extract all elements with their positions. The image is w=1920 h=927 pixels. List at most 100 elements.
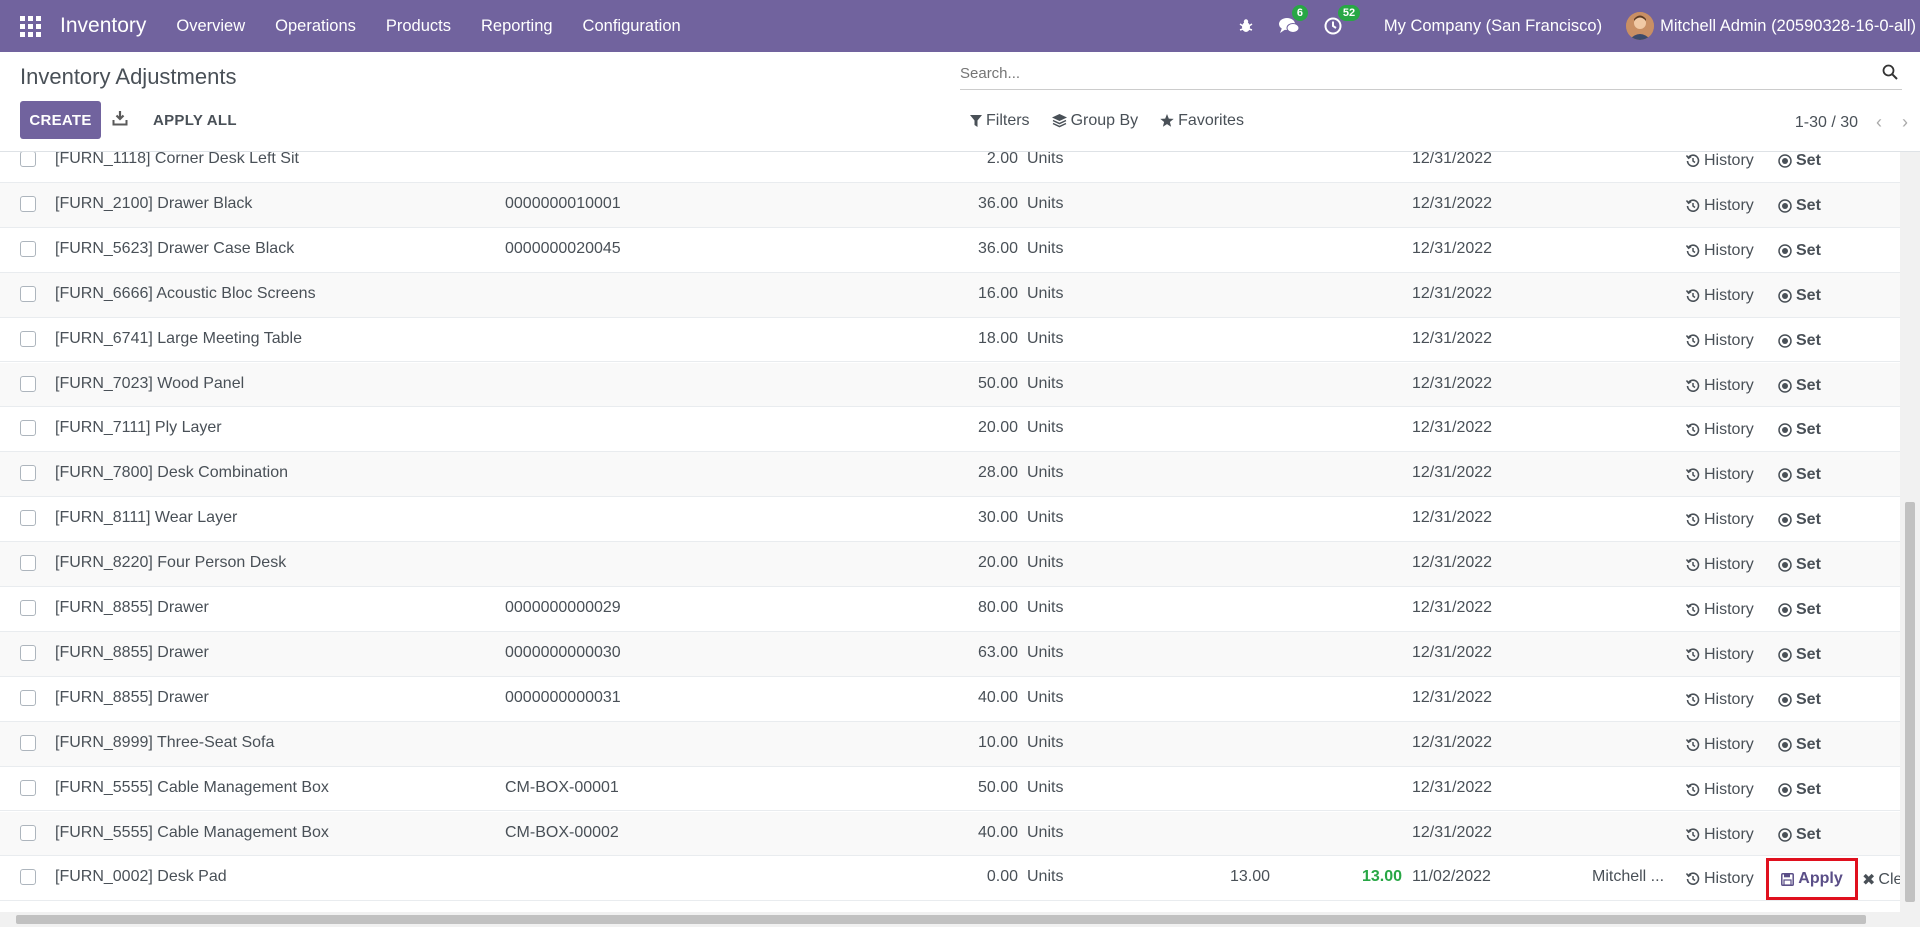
set-button[interactable]: Set [1778, 601, 1821, 619]
scheduled-date-cell[interactable]: 12/31/2022 [1412, 689, 1492, 707]
vertical-scroll-thumb[interactable] [1905, 502, 1915, 902]
filters-button[interactable]: Filters [970, 112, 1030, 130]
on-hand-qty-cell[interactable]: 50.00 [900, 375, 1018, 393]
scheduled-date-cell[interactable]: 12/31/2022 [1412, 285, 1492, 303]
messages-button[interactable]: 6 [1278, 5, 1308, 35]
on-hand-qty-cell[interactable]: 36.00 [900, 195, 1018, 213]
download-icon[interactable] [112, 110, 128, 131]
set-button[interactable]: Set [1778, 556, 1821, 574]
menu-overview[interactable]: Overview [176, 17, 245, 36]
history-button[interactable]: History [1686, 152, 1754, 170]
row-checkbox[interactable] [20, 779, 36, 796]
search-input[interactable] [960, 58, 1860, 88]
history-button[interactable]: History [1686, 691, 1754, 709]
product-cell[interactable]: [FURN_8111] Wear Layer [55, 509, 237, 527]
history-button[interactable]: History [1686, 511, 1754, 529]
row-checkbox[interactable] [20, 644, 36, 661]
on-hand-qty-cell[interactable]: 20.00 [900, 554, 1018, 572]
set-button[interactable]: Set [1778, 377, 1821, 395]
on-hand-qty-cell[interactable]: 30.00 [900, 509, 1018, 527]
horizontal-scroll-thumb[interactable] [16, 915, 1866, 924]
on-hand-qty-cell[interactable]: 16.00 [900, 285, 1018, 303]
table-row[interactable]: [FURN_5623] Drawer Case Black 00000000200… [0, 228, 1900, 273]
history-button[interactable]: History [1686, 736, 1754, 754]
table-row[interactable]: [FURN_8999] Three-Seat Sofa 10.00 Units 12/… [0, 721, 1900, 767]
table-row[interactable]: [FURN_5555] Cable Management Box CM-BOX-0… [0, 767, 1900, 812]
scheduled-date-cell[interactable]: 12/31/2022 [1412, 375, 1492, 393]
set-button[interactable]: Set [1778, 421, 1821, 439]
history-button[interactable]: History [1686, 781, 1754, 799]
clear-button[interactable]: ✖ Cle [1862, 870, 1900, 890]
user-cell[interactable]: Mitchell ... [1592, 868, 1664, 886]
create-button[interactable]: CREATE [20, 101, 101, 139]
product-cell[interactable]: [FURN_0002] Desk Pad [55, 868, 227, 886]
product-cell[interactable]: [FURN_7800] Desk Combination [55, 464, 288, 482]
row-checkbox[interactable] [20, 600, 36, 616]
pager-value[interactable]: 1-30 / 30 [1795, 114, 1858, 132]
set-button[interactable]: Set [1778, 152, 1821, 170]
user-menu[interactable]: Mitchell Admin (20590328-16-0-all) [1660, 17, 1916, 36]
apply-button[interactable]: Apply [1766, 858, 1858, 901]
on-hand-qty-cell[interactable]: 50.00 [900, 779, 1018, 797]
table-row[interactable]: [FURN_8855] Drawer 0000000000031 40.00 Unit… [0, 677, 1900, 722]
table-row[interactable]: [FURN_8855] Drawer 0000000000029 80.00 Unit… [0, 587, 1900, 632]
table-row[interactable]: [FURN_7023] Wood Panel 50.00 Units 12/31/20… [0, 362, 1900, 408]
product-cell[interactable]: [FURN_8855] Drawer [55, 644, 209, 662]
pager-next-icon[interactable]: › [1902, 112, 1908, 133]
search-icon[interactable] [1882, 64, 1898, 85]
lot-cell[interactable]: 0000000000030 [505, 644, 621, 662]
row-checkbox[interactable] [20, 375, 36, 392]
product-cell[interactable]: [FURN_5623] Drawer Case Black [55, 240, 294, 258]
table-row[interactable]: [FURN_7111] Ply Layer 20.00 Units 12/31/202… [0, 407, 1900, 453]
product-cell[interactable]: [FURN_8855] Drawer [55, 689, 209, 707]
set-button[interactable]: Set [1778, 287, 1821, 305]
set-button[interactable]: Set [1778, 197, 1821, 215]
product-cell[interactable]: [FURN_8220] Four Person Desk [55, 554, 286, 572]
product-cell[interactable]: [FURN_6666] Acoustic Bloc Screens [55, 285, 316, 303]
set-button[interactable]: Set [1778, 691, 1821, 709]
apps-menu-button[interactable] [0, 0, 60, 52]
set-button[interactable]: Set [1778, 826, 1821, 844]
scheduled-date-cell[interactable]: 12/31/2022 [1412, 599, 1492, 617]
scheduled-date-cell[interactable]: 12/31/2022 [1412, 644, 1492, 662]
history-button[interactable]: History [1686, 287, 1754, 305]
set-button[interactable]: Set [1778, 736, 1821, 754]
pager-previous-icon[interactable]: ‹ [1876, 112, 1882, 133]
table-row[interactable]: [FURN_0002] Desk Pad 0.00 Units 13.00 13.00 1… [0, 856, 1900, 902]
row-checkbox[interactable] [20, 195, 36, 212]
set-button[interactable]: Set [1778, 511, 1821, 529]
scheduled-date-cell[interactable]: 12/31/2022 [1412, 195, 1492, 213]
table-row[interactable]: [FURN_5555] Cable Management Box CM-BOX-0… [0, 811, 1900, 857]
set-button[interactable]: Set [1778, 781, 1821, 799]
on-hand-qty-cell[interactable]: 80.00 [900, 599, 1018, 617]
history-button[interactable]: History [1686, 197, 1754, 215]
scheduled-date-cell[interactable]: 12/31/2022 [1412, 779, 1492, 797]
scheduled-date-cell[interactable]: 12/31/2022 [1412, 509, 1492, 527]
history-button[interactable]: History [1686, 466, 1754, 484]
on-hand-qty-cell[interactable]: 63.00 [900, 644, 1018, 662]
product-cell[interactable]: [FURN_7023] Wood Panel [55, 375, 244, 393]
set-button[interactable]: Set [1778, 242, 1821, 260]
row-checkbox[interactable] [20, 689, 36, 706]
history-button[interactable]: History [1686, 377, 1754, 395]
history-button[interactable]: History [1686, 870, 1754, 888]
table-row[interactable]: [FURN_8855] Drawer 0000000000030 63.00 Unit… [0, 631, 1900, 677]
history-button[interactable]: History [1686, 646, 1754, 664]
history-button[interactable]: History [1686, 242, 1754, 260]
scheduled-date-cell[interactable]: 11/02/2022 [1412, 868, 1491, 886]
row-checkbox[interactable] [20, 555, 36, 572]
menu-reporting[interactable]: Reporting [481, 17, 553, 36]
user-avatar[interactable] [1626, 12, 1655, 40]
group-by-button[interactable]: Group By [1051, 112, 1138, 130]
product-cell[interactable]: [FURN_6741] Large Meeting Table [55, 330, 302, 348]
product-cell[interactable]: [FURN_8999] Three-Seat Sofa [55, 734, 274, 752]
table-row[interactable]: [FURN_8220] Four Person Desk 20.00 Units 12… [0, 542, 1900, 587]
row-checkbox[interactable] [20, 824, 36, 841]
lot-cell[interactable]: 0000000010001 [505, 195, 621, 213]
lot-cell[interactable]: CM-BOX-00001 [505, 779, 619, 797]
counted-qty-cell[interactable]: 13.00 [1180, 868, 1270, 886]
table-row[interactable]: [FURN_7800] Desk Combination 28.00 Units 12… [0, 452, 1900, 498]
row-checkbox[interactable] [20, 510, 36, 527]
on-hand-qty-cell[interactable]: 10.00 [900, 734, 1018, 752]
on-hand-qty-cell[interactable]: 20.00 [900, 419, 1018, 437]
